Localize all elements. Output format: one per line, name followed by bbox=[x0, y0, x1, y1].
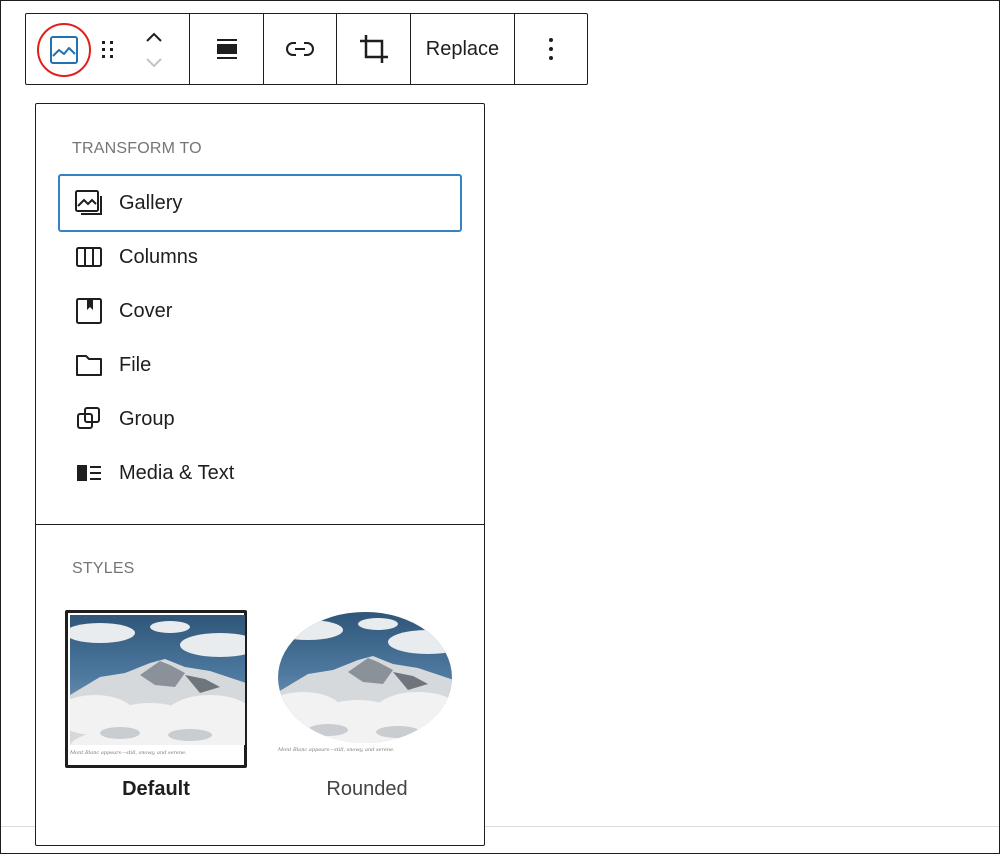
transform-item-file[interactable]: File bbox=[58, 336, 462, 394]
block-toolbar: Replace bbox=[25, 13, 588, 85]
link-button[interactable] bbox=[264, 14, 337, 84]
transform-item-media-text[interactable]: Media & Text bbox=[58, 444, 462, 502]
transform-item-label: Columns bbox=[119, 245, 198, 268]
block-switcher-popover: TRANSFORM TO Gallery Columns Cover File … bbox=[35, 103, 485, 846]
highlight-ring bbox=[37, 23, 91, 77]
crop-button[interactable] bbox=[337, 14, 411, 84]
toolbar-group-block bbox=[26, 14, 190, 84]
align-wide-icon bbox=[216, 39, 237, 59]
transform-item-label: Group bbox=[119, 407, 175, 430]
more-vertical-icon bbox=[549, 38, 553, 60]
section-divider bbox=[36, 524, 484, 525]
align-button[interactable] bbox=[190, 14, 264, 84]
transform-item-label: Gallery bbox=[119, 191, 183, 214]
cover-icon bbox=[74, 296, 104, 326]
more-options-button[interactable] bbox=[515, 14, 587, 84]
transform-item-gallery[interactable]: Gallery bbox=[58, 174, 462, 232]
transform-item-columns[interactable]: Columns bbox=[58, 228, 462, 286]
mountain-photo bbox=[70, 615, 245, 745]
replace-button[interactable]: Replace bbox=[411, 14, 515, 84]
transform-item-label: File bbox=[119, 353, 152, 376]
media-text-icon bbox=[74, 458, 104, 488]
style-preview: Mont Blanc appears—still, snowy, and ser… bbox=[65, 610, 247, 768]
transform-item-label: Media & Text bbox=[119, 461, 235, 484]
crop-icon bbox=[359, 35, 388, 63]
preview-caption: Mont Blanc appears—still, snowy, and ser… bbox=[278, 747, 395, 753]
style-label: Rounded bbox=[326, 778, 408, 800]
drag-handle-icon[interactable] bbox=[96, 37, 120, 61]
style-preview: Mont Blanc appears—still, snowy, and ser… bbox=[276, 610, 458, 768]
move-down-button[interactable] bbox=[140, 52, 168, 74]
style-option-rounded[interactable]: Mont Blanc appears—still, snowy, and ser… bbox=[276, 610, 458, 801]
gallery-icon bbox=[74, 188, 104, 218]
transform-item-cover[interactable]: Cover bbox=[58, 282, 462, 340]
transform-to-heading: TRANSFORM TO bbox=[72, 140, 202, 157]
transform-item-label: Cover bbox=[119, 299, 173, 322]
block-switcher-button[interactable] bbox=[37, 23, 91, 77]
preview-caption: Mont Blanc appears—still, snowy, and ser… bbox=[70, 750, 187, 756]
style-label: Default bbox=[122, 778, 190, 800]
styles-heading: STYLES bbox=[72, 560, 135, 577]
style-option-default[interactable]: Mont Blanc appears—still, snowy, and ser… bbox=[65, 610, 247, 801]
columns-icon bbox=[74, 242, 104, 272]
folder-icon bbox=[74, 350, 104, 380]
group-icon bbox=[74, 404, 104, 434]
chevron-down-icon bbox=[146, 58, 162, 68]
mountain-photo bbox=[278, 612, 452, 743]
move-up-button[interactable] bbox=[140, 26, 168, 48]
link-icon bbox=[286, 42, 314, 56]
transform-item-group[interactable]: Group bbox=[58, 390, 462, 448]
styles-grid: Mont Blanc appears—still, snowy, and ser… bbox=[65, 610, 465, 810]
chevron-up-icon bbox=[146, 32, 162, 42]
block-movers bbox=[140, 26, 168, 74]
transform-menu: Gallery Columns Cover File Group Media &… bbox=[58, 174, 462, 498]
